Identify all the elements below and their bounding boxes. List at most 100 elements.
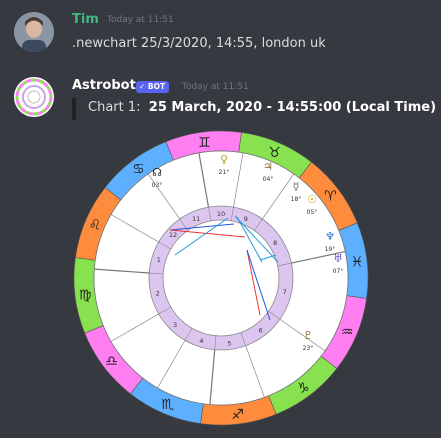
zodiac-sector bbox=[298, 161, 358, 231]
timestamp: Today at 11:51 bbox=[107, 15, 174, 25]
planet-glyph-icon: ♆ bbox=[325, 230, 335, 243]
ring-divider bbox=[179, 218, 188, 231]
zodiac-sector bbox=[75, 187, 122, 261]
house-cusp-line bbox=[262, 173, 295, 220]
house-number: 1 bbox=[157, 256, 161, 264]
zodiac-sector bbox=[130, 377, 204, 424]
planet-glyph-icon: ♅ bbox=[333, 252, 343, 265]
house-number: 4 bbox=[199, 337, 203, 345]
zodiac-sector bbox=[320, 295, 367, 369]
ring-divider bbox=[214, 335, 217, 350]
planet-glyph-icon: ♇ bbox=[303, 329, 313, 342]
ring-divider bbox=[254, 218, 263, 231]
zodiac-sign-glyph: ♎ bbox=[105, 353, 118, 369]
zodiac-sign-glyph: ♌ bbox=[89, 217, 102, 233]
planet-degree: 07° bbox=[333, 268, 344, 275]
house-cusp-line bbox=[157, 340, 186, 389]
planet-degree: 05° bbox=[307, 209, 318, 216]
house-number: 8 bbox=[273, 239, 277, 247]
zodiac-sign-glyph: ♊ bbox=[198, 135, 211, 151]
zodiac-sign-glyph: ♑ bbox=[297, 380, 310, 396]
aspect-line bbox=[174, 217, 229, 256]
planet-glyph-icon: ☉ bbox=[307, 193, 317, 206]
embed-label: Chart 1: bbox=[88, 100, 141, 115]
house-cusp-line bbox=[209, 349, 216, 405]
house-number: 3 bbox=[173, 321, 177, 329]
house-circle bbox=[93, 150, 349, 406]
planet-glyph-icon: ♀ bbox=[220, 153, 228, 166]
house-number: 9 bbox=[244, 215, 248, 223]
ring-divider bbox=[158, 241, 171, 250]
astrobot-logo-icon bbox=[14, 77, 54, 117]
planet-degree: 18° bbox=[291, 196, 302, 203]
ring-divider bbox=[277, 262, 292, 267]
ring-divider bbox=[158, 306, 171, 315]
ring-divider bbox=[208, 207, 212, 221]
aspect-line bbox=[169, 229, 246, 238]
house-number: 12 bbox=[169, 231, 177, 239]
house-number: 6 bbox=[258, 327, 262, 335]
embed-title: Chart 1: 25 March, 2020 - 14:55:00 (Loca… bbox=[88, 100, 436, 115]
planet-degree: 19° bbox=[325, 246, 336, 253]
message-text: .newchart 25/3/2020, 14:55, london uk bbox=[72, 36, 326, 51]
house-cusp-line bbox=[279, 319, 326, 352]
planet-degree: 04° bbox=[263, 176, 274, 183]
house-number: 11 bbox=[192, 215, 200, 223]
zodiac-sign-glyph: ♏ bbox=[161, 397, 174, 413]
zodiac-sector bbox=[200, 395, 277, 426]
house-cusp-line bbox=[233, 152, 244, 208]
house-number-ring bbox=[148, 205, 294, 351]
planet-degree: 21° bbox=[219, 169, 230, 176]
house-cusp-line bbox=[147, 173, 180, 220]
zodiac-sector bbox=[84, 325, 144, 395]
aspect-line bbox=[169, 223, 235, 231]
embed-value: 25 March, 2020 - 14:55:00 (Local Time) bbox=[148, 100, 437, 115]
author-name[interactable]: Astrobot bbox=[72, 78, 136, 93]
aspect-circle bbox=[162, 219, 280, 337]
planet-degree: 03° bbox=[152, 182, 163, 189]
house-number: 5 bbox=[227, 339, 231, 347]
avatar[interactable] bbox=[14, 77, 54, 117]
ring-divider bbox=[149, 272, 164, 275]
planet-glyph-icon: ♃ bbox=[263, 160, 273, 173]
avatar[interactable] bbox=[14, 12, 54, 52]
planet-degree: 23° bbox=[303, 345, 314, 352]
zodiac-sector bbox=[238, 132, 312, 179]
embed: Chart 1: 25 March, 2020 - 14:55:00 (Loca… bbox=[72, 98, 438, 120]
house-cusp-line bbox=[110, 313, 159, 342]
zodiac-sign-glyph: ♐ bbox=[231, 407, 244, 423]
house-cusp-line bbox=[94, 268, 150, 274]
timestamp: Today at 11:51 bbox=[182, 82, 249, 92]
aspect-line bbox=[236, 216, 263, 263]
zodiac-sign-glyph: ♈ bbox=[324, 189, 337, 205]
bot-tag: ✓ BOT bbox=[136, 81, 170, 93]
zodiac-sector bbox=[268, 355, 338, 415]
zodiac-sign-glyph: ♋ bbox=[132, 162, 145, 178]
author-name[interactable]: Tim bbox=[72, 12, 99, 27]
planet-glyph-icon: ☊ bbox=[152, 166, 162, 179]
house-number: 7 bbox=[283, 288, 287, 296]
zodiac-sign-glyph: ♍ bbox=[79, 288, 92, 304]
astrology-chart[interactable]: ♉ ♈ ♓ ♒ ♑ ♐ ♏ ♎ ♍ ♌ ♋ ♊ 10 9 8 7 6 5 4 3 2 1 12 11 ♀ 21° ♃ 04° ☉ 05° ☿… bbox=[0, 0, 441, 438]
zodiac-sector bbox=[73, 257, 104, 334]
house-cusp-line bbox=[291, 251, 346, 264]
ring-divider bbox=[230, 207, 234, 221]
house-number: 2 bbox=[156, 290, 160, 298]
house-cusp-line bbox=[245, 345, 265, 398]
house-cusp-line bbox=[198, 152, 210, 208]
house-number: 10 bbox=[217, 210, 225, 218]
ring-divider bbox=[240, 332, 246, 346]
ring-divider bbox=[268, 311, 281, 320]
aspect-line bbox=[246, 249, 261, 316]
zodiac-sign-glyph: ♓ bbox=[351, 254, 364, 270]
zodiac-sector bbox=[104, 141, 174, 201]
planet-glyph-icon: ☿ bbox=[293, 180, 300, 193]
aspect-line bbox=[259, 254, 277, 261]
aspect-line bbox=[234, 215, 279, 263]
house-cusp-line bbox=[110, 214, 159, 243]
zodiac-sector bbox=[338, 222, 369, 299]
user-photo-icon bbox=[14, 12, 54, 52]
aspect-line bbox=[246, 249, 271, 321]
zodiac-sign-glyph: ♉ bbox=[268, 145, 281, 161]
zodiac-sector bbox=[165, 130, 242, 161]
